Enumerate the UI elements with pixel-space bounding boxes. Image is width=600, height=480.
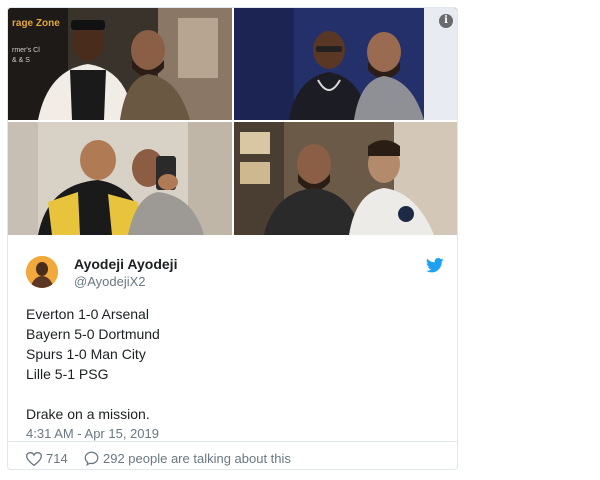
author-name[interactable]: Ayodeji Ayodeji bbox=[74, 256, 177, 272]
avatar-image bbox=[26, 256, 58, 288]
tweet-line: Spurs 1-0 Man City bbox=[26, 346, 146, 362]
tweet-timestamp[interactable]: 4:31 AM - Apr 15, 2019 bbox=[26, 426, 159, 441]
conversation-text: 292 people are talking about this bbox=[103, 451, 291, 466]
info-icon[interactable]: i bbox=[439, 14, 453, 28]
sign-text-2: rmer's Cl bbox=[12, 47, 40, 54]
photo-2-image bbox=[234, 8, 457, 120]
speech-bubble-icon bbox=[84, 451, 99, 466]
heart-icon bbox=[26, 451, 42, 466]
tweet-body: Everton 1-0 Arsenal Bayern 5-0 Dortmund … bbox=[26, 304, 160, 424]
like-count: 714 bbox=[46, 451, 68, 466]
photo-3[interactable] bbox=[8, 122, 232, 235]
photo-2[interactable]: i bbox=[234, 8, 457, 120]
sign-text-1: rage Zone bbox=[12, 18, 60, 29]
photo-4[interactable] bbox=[234, 122, 457, 235]
avatar[interactable] bbox=[26, 256, 58, 288]
tweet-card[interactable]: rage Zone rmer's Cl & & S i Ayodeji Ayod… bbox=[7, 7, 458, 470]
tweet-line: Bayern 5-0 Dortmund bbox=[26, 326, 160, 342]
photo-4-image bbox=[234, 122, 457, 235]
tweet-line: Everton 1-0 Arsenal bbox=[26, 306, 149, 322]
tweet-actions: 714 292 people are talking about this bbox=[8, 441, 457, 469]
photo-3-image bbox=[8, 122, 232, 235]
conversation-link[interactable]: 292 people are talking about this bbox=[84, 451, 291, 466]
twitter-bird-icon[interactable] bbox=[425, 258, 444, 278]
tweet-line: Drake on a mission. bbox=[26, 406, 150, 422]
photo-1-image: rage Zone rmer's Cl & & S bbox=[8, 8, 232, 120]
author-handle[interactable]: @AyodejiX2 bbox=[74, 274, 146, 289]
like-button[interactable]: 714 bbox=[26, 451, 68, 466]
photo-grid[interactable]: rage Zone rmer's Cl & & S i bbox=[8, 8, 457, 236]
photo-1[interactable]: rage Zone rmer's Cl & & S bbox=[8, 8, 232, 120]
tweet-line bbox=[26, 384, 160, 404]
tweet-line: Lille 5-1 PSG bbox=[26, 366, 109, 382]
tweet-header: Ayodeji Ayodeji @AyodejiX2 bbox=[26, 256, 446, 296]
sign-text-3: & & S bbox=[12, 57, 30, 64]
